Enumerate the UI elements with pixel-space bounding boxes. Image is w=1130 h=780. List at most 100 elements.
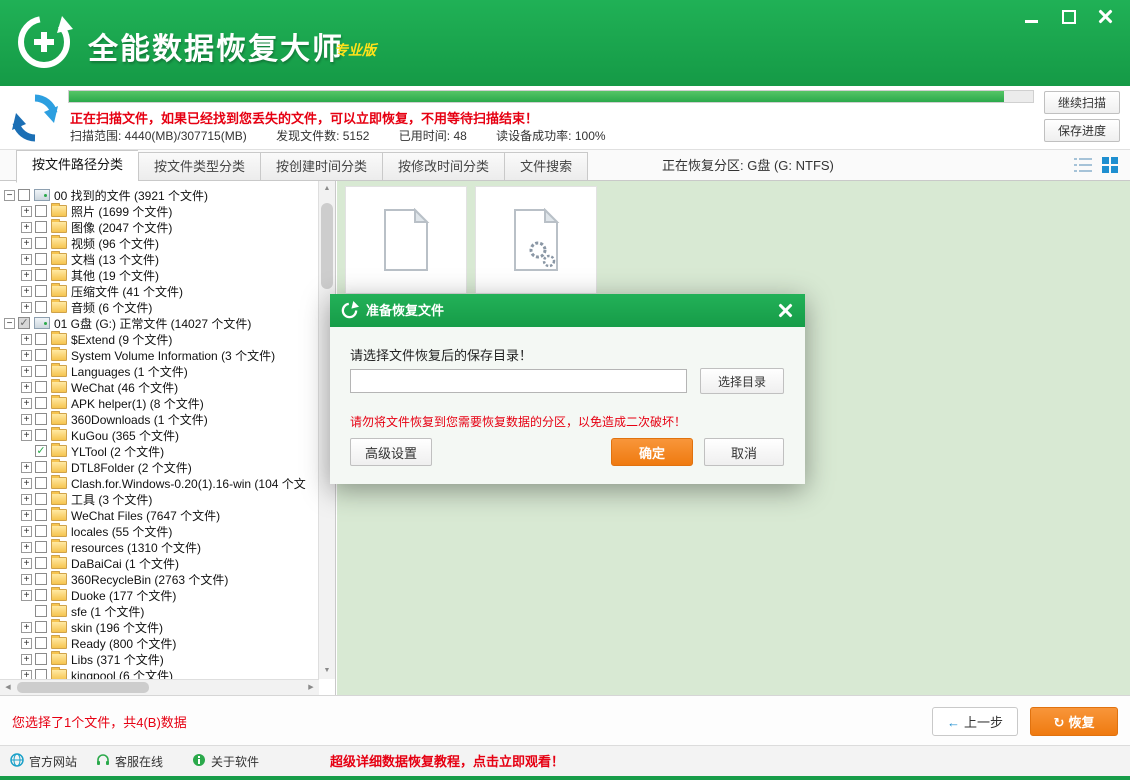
expand-icon[interactable]: +	[21, 654, 32, 665]
expand-icon[interactable]: +	[21, 430, 32, 441]
expand-icon[interactable]: +	[21, 222, 32, 233]
tree-row[interactable]: +APK helper(1) (8 个文件)	[0, 395, 318, 411]
close-icon[interactable]	[1097, 8, 1114, 25]
tree-row[interactable]: +360RecycleBin (2763 个文件)	[0, 571, 318, 587]
tree-row[interactable]: +KuGou (365 个文件)	[0, 427, 318, 443]
grid-view-icon[interactable]	[1102, 157, 1120, 173]
expand-icon[interactable]: +	[21, 382, 32, 393]
tree-checkbox[interactable]	[35, 333, 47, 345]
tree-checkbox[interactable]	[35, 237, 47, 249]
file-item-gear-document[interactable]	[475, 186, 597, 294]
scroll-right-icon[interactable]: ▶	[304, 680, 318, 695]
tree-checkbox[interactable]	[35, 205, 47, 217]
about-software-link[interactable]: 关于软件	[192, 746, 259, 777]
back-button[interactable]: ←上一步	[932, 707, 1018, 736]
expand-icon[interactable]: +	[21, 366, 32, 377]
expand-icon[interactable]: +	[21, 542, 32, 553]
tree-checkbox[interactable]	[35, 557, 47, 569]
tree-row[interactable]: +resources (1310 个文件)	[0, 539, 318, 555]
file-item-document[interactable]	[345, 186, 467, 294]
tree-row[interactable]: +压缩文件 (41 个文件)	[0, 283, 318, 299]
recover-button[interactable]: ↻恢复	[1030, 707, 1118, 736]
tree-row[interactable]: +文档 (13 个文件)	[0, 251, 318, 267]
tree-checkbox[interactable]	[35, 269, 47, 281]
horizontal-scroll-thumb[interactable]	[17, 682, 149, 693]
tree-checkbox[interactable]	[35, 605, 47, 617]
expand-icon[interactable]: +	[21, 638, 32, 649]
tab[interactable]: 按修改时间分类	[382, 152, 504, 181]
tree-row[interactable]: +$Extend (9 个文件)	[0, 331, 318, 347]
tree-checkbox[interactable]	[35, 461, 47, 473]
collapse-icon[interactable]: −	[4, 190, 15, 201]
maximize-icon[interactable]	[1060, 8, 1077, 25]
tab[interactable]: 文件搜索	[504, 152, 588, 181]
expand-icon[interactable]: +	[21, 254, 32, 265]
expand-icon[interactable]: +	[21, 622, 32, 633]
tree-row[interactable]: +Duoke (177 个文件)	[0, 587, 318, 603]
tree-checkbox[interactable]	[35, 285, 47, 297]
scroll-left-icon[interactable]: ◀	[1, 680, 15, 695]
tree-row[interactable]: +Clash.for.Windows-0.20(1).16-win (104 个…	[0, 475, 318, 491]
tree-checkbox[interactable]	[35, 221, 47, 233]
expand-icon[interactable]: +	[21, 206, 32, 217]
cancel-button[interactable]: 取消	[704, 438, 784, 466]
tree-row[interactable]: +DTL8Folder (2 个文件)	[0, 459, 318, 475]
tree-row[interactable]: −✓01 G盘 (G:) 正常文件 (14027 个文件)	[0, 315, 318, 331]
tree-checkbox[interactable]	[35, 573, 47, 585]
tree-row[interactable]: +Libs (371 个文件)	[0, 651, 318, 667]
expand-icon[interactable]: +	[21, 494, 32, 505]
tree-row[interactable]: +WeChat Files (7647 个文件)	[0, 507, 318, 523]
dialog-close-icon[interactable]	[778, 303, 793, 318]
expand-icon[interactable]: +	[21, 462, 32, 473]
tree-row[interactable]: +skin (196 个文件)	[0, 619, 318, 635]
expand-icon[interactable]: +	[21, 350, 32, 361]
collapse-icon[interactable]: −	[4, 318, 15, 329]
scroll-up-icon[interactable]: ▲	[319, 182, 335, 196]
tree-checkbox[interactable]	[35, 413, 47, 425]
tree-checkbox[interactable]	[35, 397, 47, 409]
browse-directory-button[interactable]: 选择目录	[700, 368, 784, 394]
tree-checkbox[interactable]	[35, 509, 47, 521]
official-site-link[interactable]: 官方网站	[10, 746, 77, 777]
tree-checkbox[interactable]	[35, 525, 47, 537]
tree-row[interactable]: +System Volume Information (3 个文件)	[0, 347, 318, 363]
save-progress-button[interactable]: 保存进度	[1044, 119, 1120, 142]
customer-service-link[interactable]: 客服在线	[96, 746, 163, 777]
tree-checkbox[interactable]	[35, 637, 47, 649]
tab[interactable]: 按创建时间分类	[260, 152, 382, 181]
tree-row[interactable]: +Languages (1 个文件)	[0, 363, 318, 379]
expand-icon[interactable]: +	[21, 478, 32, 489]
horizontal-scrollbar[interactable]: ◀ ▶	[0, 679, 319, 695]
tab[interactable]: 按文件类型分类	[138, 152, 260, 181]
list-view-icon[interactable]	[1074, 157, 1092, 173]
tree-row[interactable]: +照片 (1699 个文件)	[0, 203, 318, 219]
tree-row[interactable]: +视频 (96 个文件)	[0, 235, 318, 251]
tree-checkbox[interactable]	[35, 381, 47, 393]
save-path-input[interactable]	[350, 369, 687, 393]
expand-icon[interactable]: +	[21, 398, 32, 409]
expand-icon[interactable]: +	[21, 302, 32, 313]
expand-icon[interactable]: +	[21, 558, 32, 569]
tree-row[interactable]: +Ready (800 个文件)	[0, 635, 318, 651]
tree-row[interactable]: +360Downloads (1 个文件)	[0, 411, 318, 427]
tutorial-promo-link[interactable]: 超级详细数据恢复教程，点击立即观看！	[330, 746, 564, 777]
tree-checkbox[interactable]	[35, 493, 47, 505]
minimize-icon[interactable]	[1023, 8, 1040, 25]
tree-row[interactable]: +图像 (2047 个文件)	[0, 219, 318, 235]
advanced-settings-button[interactable]: 高级设置	[350, 438, 432, 466]
tree-checkbox[interactable]	[35, 653, 47, 665]
tree-row[interactable]: +其他 (19 个文件)	[0, 267, 318, 283]
expand-icon[interactable]: +	[21, 590, 32, 601]
tree-checkbox[interactable]	[35, 349, 47, 361]
expand-icon[interactable]: +	[21, 334, 32, 345]
vertical-scroll-thumb[interactable]	[321, 203, 333, 289]
tree-row[interactable]: +locales (55 个文件)	[0, 523, 318, 539]
expand-icon[interactable]: +	[21, 574, 32, 585]
tree-checkbox[interactable]	[35, 429, 47, 441]
ok-button[interactable]: 确定	[611, 438, 693, 466]
expand-icon[interactable]: +	[21, 526, 32, 537]
tree-row[interactable]: ✓YLTool (2 个文件)	[0, 443, 318, 459]
expand-icon[interactable]: +	[21, 270, 32, 281]
tree-checkbox[interactable]	[18, 189, 30, 201]
expand-icon[interactable]: +	[21, 414, 32, 425]
